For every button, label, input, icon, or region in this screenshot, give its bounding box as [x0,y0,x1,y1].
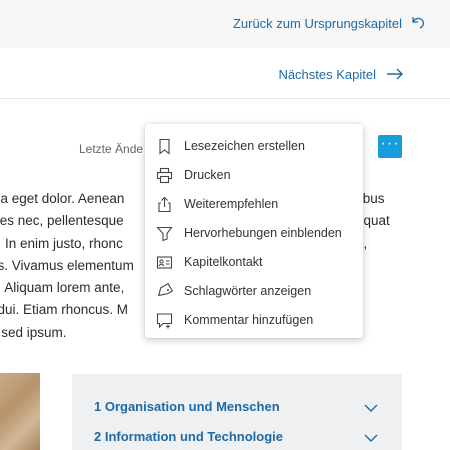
chevron-down-icon[interactable] [364,433,378,443]
comment-add-icon [156,313,173,329]
menu-item-print[interactable]: Drucken [145,161,363,190]
highlighter-icon [156,226,173,242]
toc-item-information[interactable]: 2 Information und Technologie [94,429,283,444]
more-options-menu: Lesezeichen erstellen Drucken Weiterempf… [145,124,363,338]
back-to-origin-chapter-link[interactable]: Zurück zum Ursprungskapitel [233,16,402,31]
menu-item-highlights[interactable]: Hervorhebungen einblenden [145,219,363,248]
chapter-image [0,373,40,450]
contact-card-icon [156,256,173,269]
share-icon [158,196,171,213]
menu-item-add-comment[interactable]: Kommentar hinzufügen [145,306,363,335]
next-chapter-bar: Nächstes Kapitel [0,48,450,99]
chevron-down-icon[interactable] [364,403,378,413]
menu-item-bookmark[interactable]: Lesezeichen erstellen [145,132,363,161]
arrow-right-icon[interactable] [386,67,404,81]
undo-arrow-icon[interactable] [410,14,426,30]
ellipsis-icon: ··· [380,134,400,152]
table-of-contents: 1 Organisation und Menschen 2 Informatio… [72,374,402,450]
last-changed-label: Letzte Ände [79,142,144,156]
next-chapter-link[interactable]: Nächstes Kapitel [278,67,376,82]
tag-icon [157,283,173,297]
menu-item-share[interactable]: Weiterempfehlen [145,190,363,219]
toc-item-organisation[interactable]: 1 Organisation und Menschen [94,399,280,414]
top-navigation-bar: Zurück zum Ursprungskapitel [0,0,450,49]
printer-icon [156,167,173,184]
menu-item-chapter-contact[interactable]: Kapitelkontakt [145,248,363,277]
menu-item-tags[interactable]: Schlagwörter anzeigen [145,277,363,306]
more-options-button[interactable]: ··· [378,135,402,158]
bookmark-icon [159,138,170,155]
